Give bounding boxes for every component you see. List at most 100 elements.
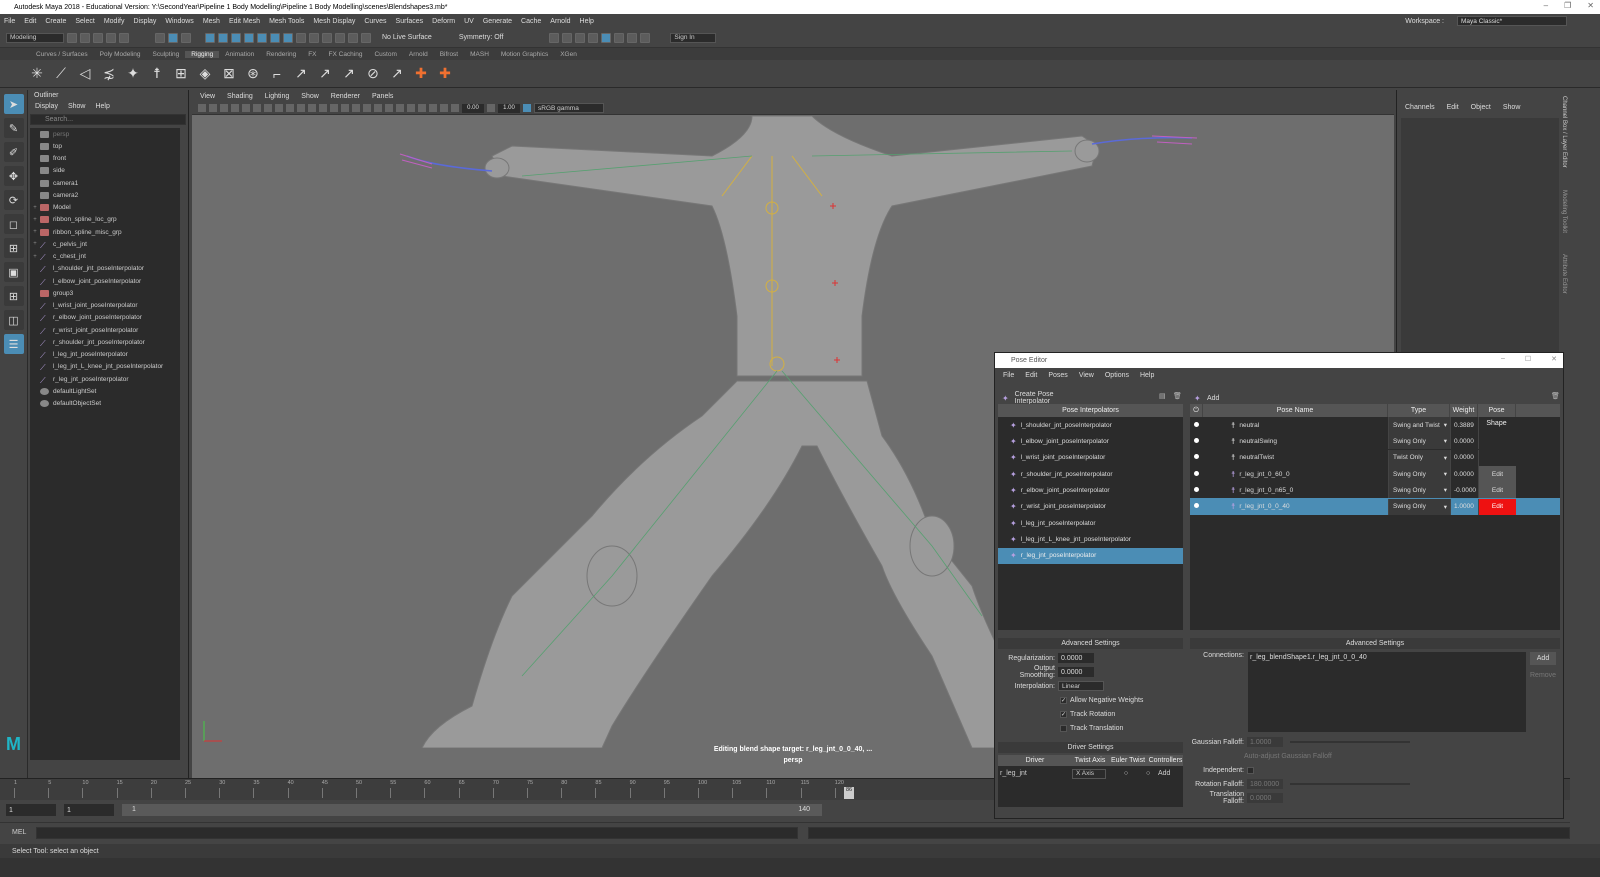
pose-enabled-icon[interactable] <box>1194 503 1199 509</box>
vp-menu-shading[interactable]: Shading <box>227 93 253 100</box>
pe-close-icon[interactable]: ✕ <box>1551 355 1557 363</box>
outliner-item[interactable]: + ribbon_spline_loc_grp <box>30 214 180 226</box>
menu-display[interactable]: Display <box>133 18 156 25</box>
smooth-shade-icon[interactable] <box>319 104 327 112</box>
pose-name[interactable]: neutralTwist <box>1239 454 1274 461</box>
shelf-tab-poly-modeling[interactable]: Poly Modeling <box>94 51 147 58</box>
isolate-select-icon[interactable] <box>407 104 415 112</box>
outliner-item[interactable]: defaultLightSet <box>30 385 180 397</box>
script-language-label[interactable]: MEL <box>12 829 26 836</box>
pose-row[interactable]: ☨ r_leg_jnt_0_0_40 Swing Only ▾ 1.0000 Edit <box>1190 498 1560 515</box>
pose-row[interactable]: ☨ r_leg_jnt_0_60_0 Swing Only ▾ 0.0000 Edit <box>1190 466 1560 483</box>
sign-in-button[interactable]: Sign In <box>670 32 717 43</box>
cluster-icon[interactable]: ⊛ <box>244 65 262 83</box>
edit-pose-shape-button[interactable]: Edit <box>1478 498 1516 515</box>
move-tool-icon[interactable]: ✥ <box>3 166 24 186</box>
arnold-ipr-icon[interactable] <box>640 32 651 43</box>
scale-constraint-icon[interactable]: ↗ <box>340 65 358 83</box>
menu-modify[interactable]: Modify <box>104 18 125 25</box>
track-translation-checkbox[interactable] <box>1060 724 1067 732</box>
menu-arnold[interactable]: Arnold <box>550 18 570 25</box>
open-scene-icon[interactable] <box>80 32 90 43</box>
outliner-item[interactable]: front <box>30 153 180 165</box>
pe-menu-help[interactable]: Help <box>1140 372 1154 379</box>
rotation-falloff-field[interactable]: 180.0000 <box>1247 779 1283 789</box>
point-constraint-icon[interactable]: ↗ <box>292 65 310 83</box>
cb-edit-menu[interactable]: Edit <box>1447 104 1459 111</box>
select-handles-icon[interactable] <box>205 32 215 43</box>
pose-name[interactable]: r_leg_jnt_0_0_40 <box>1239 503 1289 510</box>
gaussian-field[interactable]: 1.0000 <box>1247 737 1283 747</box>
menu-cache[interactable]: Cache <box>521 18 541 25</box>
colorspace-dropdown[interactable]: sRGB gamma <box>534 103 604 113</box>
folder-icon[interactable]: ▤ <box>1159 392 1166 400</box>
select-rendering-icon[interactable] <box>283 32 293 43</box>
pe-maximize-icon[interactable]: ☐ <box>1525 355 1531 363</box>
pose-type-dropdown[interactable]: Swing Only ▾ <box>1388 466 1450 483</box>
outliner-item[interactable]: + ⟋ c_pelvis_jnt <box>30 238 180 250</box>
shelf-tab-rigging[interactable]: Rigging <box>185 50 220 58</box>
vp-menu-lighting[interactable]: Lighting <box>265 93 290 100</box>
scale-tool-icon[interactable]: ◻ <box>3 214 24 234</box>
interpolator-row[interactable]: ✦ l_wrist_joint_poseInterpolator <box>998 450 1183 466</box>
layout-two-icon[interactable]: ◫ <box>3 310 24 330</box>
snap-curve-icon[interactable] <box>322 32 332 43</box>
vp-menu-view[interactable]: View <box>200 93 215 100</box>
close-icon[interactable]: ✕ <box>1587 1 1594 10</box>
menu-deform[interactable]: Deform <box>432 18 455 25</box>
interpolator-row[interactable]: ✦ r_wrist_joint_poseInterpolator <box>998 499 1183 515</box>
interpolator-row[interactable]: ✦ l_leg_jnt_L_knee_jnt_poseInterpolator <box>998 531 1183 547</box>
pole-vector-icon[interactable]: ↗ <box>388 65 406 83</box>
color-management-icon[interactable] <box>523 104 531 112</box>
pose-name[interactable]: neutralSwing <box>1239 438 1277 445</box>
menu-select[interactable]: Select <box>75 18 94 25</box>
menu-mesh-display[interactable]: Mesh Display <box>313 18 355 25</box>
arnold-render-icon[interactable] <box>627 32 638 43</box>
expand-icon[interactable]: + <box>30 217 40 223</box>
command-input[interactable] <box>36 826 799 839</box>
vp-menu-panels[interactable]: Panels <box>372 93 393 100</box>
outliner-item[interactable]: side <box>30 165 180 177</box>
menu-mesh-tools[interactable]: Mesh Tools <box>269 18 304 25</box>
menu-set-dropdown[interactable]: Modeling <box>6 32 64 43</box>
lights-icon[interactable] <box>352 104 360 112</box>
menu-help[interactable]: Help <box>580 18 594 25</box>
select-joints-icon[interactable] <box>218 32 228 43</box>
pose-enabled-icon[interactable] <box>1194 486 1199 492</box>
select-curves-icon[interactable] <box>231 32 241 43</box>
snap-view-icon[interactable] <box>348 32 358 43</box>
grid-icon[interactable] <box>231 104 239 112</box>
vp-menu-renderer[interactable]: Renderer <box>331 93 360 100</box>
interpolator-row[interactable]: ✦ l_leg_jnt_poseInterpolator <box>998 515 1183 531</box>
current-frame-marker[interactable]: 86 <box>844 787 854 799</box>
pe-menu-edit[interactable]: Edit <box>1025 372 1037 379</box>
shelf-tab-sculpting[interactable]: Sculpting <box>147 51 186 58</box>
cb-show-menu[interactable]: Show <box>1503 104 1521 111</box>
outliner-item[interactable]: ⟋ l_leg_jnt_L_knee_jnt_poseInterpolator <box>30 361 180 373</box>
allow-negative-checkbox[interactable]: ✓ <box>1060 696 1067 704</box>
textured-icon[interactable] <box>341 104 349 112</box>
shelf-tab-mash[interactable]: MASH <box>464 51 495 58</box>
undo-icon[interactable] <box>106 32 116 43</box>
hypershade-icon[interactable] <box>601 32 612 43</box>
humanik-icon[interactable]: ☨ <box>148 65 166 83</box>
select-object-icon[interactable] <box>168 32 178 43</box>
pose-type-dropdown[interactable]: Twist Only ▾ <box>1388 449 1450 466</box>
select-hierarchy-icon[interactable] <box>155 32 165 43</box>
antialias-icon[interactable] <box>396 104 404 112</box>
gaussian-slider[interactable] <box>1290 741 1410 743</box>
locator-icon[interactable]: ✚ <box>412 65 430 83</box>
pose-name[interactable]: r_leg_jnt_0_60_0 <box>1239 471 1289 478</box>
last-tool-icon[interactable]: ⊞ <box>3 238 24 258</box>
camera-attributes-icon[interactable] <box>198 104 206 112</box>
motion-blur-icon[interactable] <box>385 104 393 112</box>
interpolation-dropdown[interactable]: Linear <box>1058 681 1104 691</box>
pe-minimize-icon[interactable]: – <box>1501 355 1505 363</box>
bookmark-icon[interactable] <box>209 104 217 112</box>
shelf-tab-motion-graphics[interactable]: Motion Graphics <box>495 51 554 58</box>
interpolator-row[interactable]: ✦ r_shoulder_jnt_poseInterpolator <box>998 466 1183 482</box>
pose-enabled-icon[interactable] <box>1194 437 1199 443</box>
create-pose-interpolator-button[interactable]: ✦ Create Pose Interpolator <box>998 391 1088 405</box>
auto-adjust-label[interactable]: Auto-adjust Gaussian Falloff <box>1190 749 1560 763</box>
outliner-item[interactable]: + ribbon_spline_misc_grp <box>30 226 180 238</box>
